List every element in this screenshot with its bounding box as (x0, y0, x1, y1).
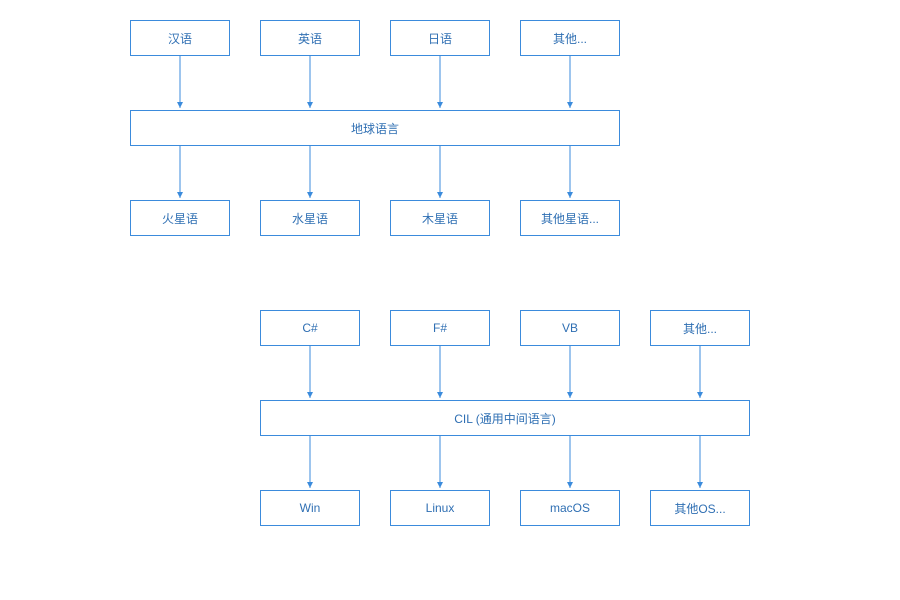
d1-top-2: 日语 (390, 20, 490, 56)
d1-bottom-2-label: 木星语 (422, 210, 458, 227)
d2-bottom-2-label: macOS (550, 501, 590, 515)
d2-bottom-2: macOS (520, 490, 620, 526)
d2-top-2-label: VB (562, 321, 578, 335)
d2-bottom-0: Win (260, 490, 360, 526)
d2-top-1: F# (390, 310, 490, 346)
d1-bottom-3-label: 其他星语... (541, 210, 599, 227)
d1-bottom-1-label: 水星语 (292, 210, 328, 227)
d1-middle-label: 地球语言 (351, 120, 399, 137)
d2-top-1-label: F# (433, 321, 447, 335)
d2-bottom-3: 其他OS... (650, 490, 750, 526)
diagram-stage: 汉语 英语 日语 其他... 地球语言 火星语 水星语 木星语 其他星语... … (0, 0, 900, 600)
d1-bottom-1: 水星语 (260, 200, 360, 236)
d2-bottom-1: Linux (390, 490, 490, 526)
d2-bottom-3-label: 其他OS... (674, 500, 725, 517)
d1-top-3-label: 其他... (553, 30, 587, 47)
d1-middle: 地球语言 (130, 110, 620, 146)
d2-top-3-label: 其他... (683, 320, 717, 337)
d2-top-0-label: C# (302, 321, 317, 335)
d1-bottom-0: 火星语 (130, 200, 230, 236)
d1-top-0-label: 汉语 (168, 30, 192, 47)
d1-top-0: 汉语 (130, 20, 230, 56)
d2-middle: CIL (通用中间语言) (260, 400, 750, 436)
d1-bottom-3: 其他星语... (520, 200, 620, 236)
d2-bottom-0-label: Win (300, 501, 321, 515)
d1-top-1-label: 英语 (298, 30, 322, 47)
d1-top-3: 其他... (520, 20, 620, 56)
d1-top-1: 英语 (260, 20, 360, 56)
d1-bottom-2: 木星语 (390, 200, 490, 236)
d1-bottom-0-label: 火星语 (162, 210, 198, 227)
d2-middle-label: CIL (通用中间语言) (454, 410, 556, 427)
d1-top-2-label: 日语 (428, 30, 452, 47)
d2-top-2: VB (520, 310, 620, 346)
d2-bottom-1-label: Linux (426, 501, 455, 515)
d2-top-3: 其他... (650, 310, 750, 346)
d2-top-0: C# (260, 310, 360, 346)
